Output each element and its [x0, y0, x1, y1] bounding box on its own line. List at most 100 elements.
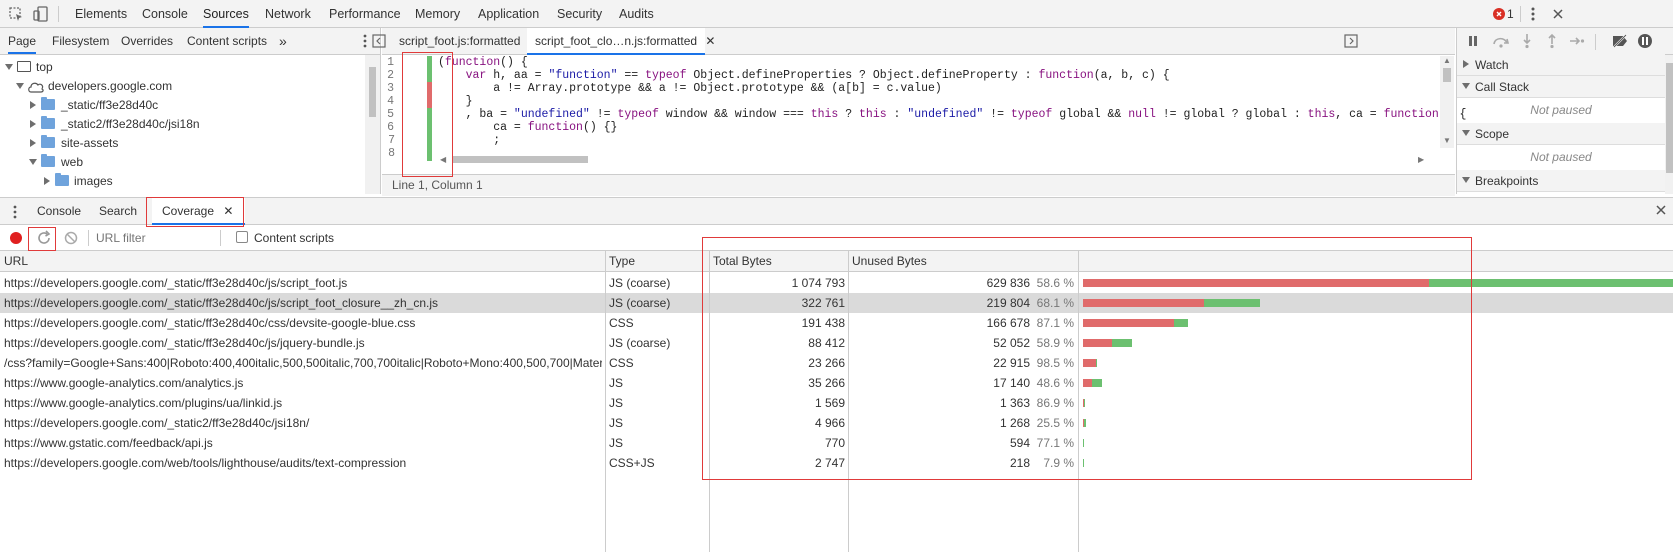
type-cell: JS: [609, 376, 624, 390]
section-title: Breakpoints: [1475, 174, 1539, 188]
error-icon[interactable]: [1493, 8, 1505, 20]
tab-memory[interactable]: Memory: [415, 0, 460, 28]
more-tabs-icon[interactable]: »: [279, 28, 287, 54]
step-icon[interactable]: [1569, 35, 1585, 50]
inspect-element-icon[interactable]: [8, 6, 24, 22]
call-stack-section[interactable]: Call Stack: [1457, 76, 1665, 98]
type-cell: CSS: [609, 356, 634, 370]
pause-on-exceptions-icon[interactable]: [1637, 33, 1653, 52]
scroll-up-icon[interactable]: ▲: [1443, 56, 1451, 65]
tree-label: _static2/ff3e28d40c/jsi18n: [61, 117, 200, 131]
tree-label: _static/ff3e28d40c: [61, 98, 159, 112]
drawer-menu-icon[interactable]: [12, 204, 18, 223]
nav-tab-content-scripts[interactable]: Content scripts: [187, 28, 267, 54]
url-cell: https://developers.google.com/_static/ff…: [4, 296, 439, 310]
close-drawer-icon[interactable]: [1655, 204, 1667, 219]
tree-item-folder[interactable]: images: [0, 171, 365, 191]
tab-audits[interactable]: Audits: [619, 0, 654, 28]
type-cell: JS: [609, 396, 624, 410]
tree-item-folder[interactable]: web: [0, 152, 365, 172]
step-into-icon[interactable]: [1521, 33, 1533, 52]
folder-icon: [41, 97, 55, 110]
tree-item-folder[interactable]: _static2/ff3e28d40c/jsi18n: [0, 114, 365, 134]
scrollbar-thumb[interactable]: [1443, 68, 1451, 82]
tab-network[interactable]: Network: [265, 0, 311, 28]
step-over-icon[interactable]: [1492, 34, 1510, 51]
tree-label: images: [74, 174, 113, 188]
record-icon[interactable]: [10, 232, 22, 244]
tree-item-top[interactable]: top: [0, 57, 365, 77]
url-filter-input[interactable]: [96, 228, 216, 248]
toggle-navigator-icon[interactable]: [372, 34, 386, 48]
tab-console[interactable]: Console: [142, 0, 188, 28]
tree-label: web: [61, 155, 84, 169]
tab-application[interactable]: Application: [478, 0, 539, 28]
editor-tabbar: script_foot.js:formatted script_foot_clo…: [372, 28, 1455, 55]
toggle-debugger-icon[interactable]: [1344, 34, 1358, 48]
scrollbar-thumb[interactable]: [453, 156, 588, 163]
pause-icon[interactable]: [1467, 34, 1479, 51]
url-cell: https://developers.google.com/_static/ff…: [4, 316, 416, 330]
debugger-scrollbar[interactable]: [1665, 55, 1673, 194]
expanded-arrow-icon: [1462, 83, 1470, 89]
call-stack-status: Not paused: [1530, 103, 1592, 117]
tab-performance[interactable]: Performance: [329, 0, 401, 28]
type-cell: JS (coarse): [609, 336, 671, 350]
editor-horizontal-scrollbar[interactable]: ◀ ▶: [438, 153, 1428, 165]
line-number: 7: [388, 134, 395, 147]
watch-section[interactable]: Watch: [1457, 54, 1665, 76]
nav-tab-overrides[interactable]: Overrides: [121, 28, 173, 54]
navigator-tabbar: Page Filesystem Overrides Content script…: [0, 28, 380, 55]
close-tab-icon[interactable]: ✕: [705, 34, 715, 48]
editor-vertical-scrollbar[interactable]: ▲ ▼: [1440, 56, 1454, 148]
type-cell: JS (coarse): [609, 276, 671, 290]
tab-security[interactable]: Security: [557, 0, 602, 28]
folder-icon: [41, 135, 55, 148]
column-header-type[interactable]: Type: [605, 251, 635, 272]
tab-sources[interactable]: Sources: [203, 0, 249, 28]
scrollbar-thumb[interactable]: [1666, 63, 1673, 173]
scroll-right-icon[interactable]: ▶: [1418, 155, 1424, 164]
tree-item-folder[interactable]: site-assets: [0, 133, 365, 153]
url-cell: https://developers.google.com/_static/ff…: [4, 276, 348, 290]
code-line: a != Array.prototype && a != Object.prot…: [438, 82, 942, 95]
device-toolbar-icon[interactable]: [33, 6, 49, 22]
drawer-tab-search[interactable]: Search: [99, 198, 137, 224]
toolbar-divider: [1520, 6, 1521, 22]
drawer-tab-console[interactable]: Console: [37, 198, 81, 224]
scope-section[interactable]: Scope: [1457, 123, 1665, 145]
tree-item-domain[interactable]: developers.google.com: [0, 76, 365, 96]
bytes-highlight-box: [702, 237, 1472, 480]
breakpoints-section[interactable]: Breakpoints: [1457, 170, 1665, 192]
deactivate-breakpoints-icon[interactable]: [1611, 34, 1629, 51]
nav-tab-filesystem[interactable]: Filesystem: [52, 28, 109, 54]
editor-tab-script-foot[interactable]: script_foot.js:formatted: [393, 28, 526, 54]
close-devtools-icon[interactable]: [1551, 7, 1565, 21]
nav-tab-page[interactable]: Page: [8, 28, 37, 54]
cursor-position: Line 1, Column 1: [392, 178, 483, 192]
debugger-sidebar: Watch Call Stack Not paused Scope Not pa…: [1456, 28, 1673, 194]
tab-elements[interactable]: Elements: [75, 0, 127, 28]
section-title: Call Stack: [1475, 80, 1530, 94]
collapsed-arrow-icon: [30, 120, 36, 128]
folder-icon: [41, 116, 55, 129]
navigator-menu-icon[interactable]: [362, 33, 368, 49]
more-menu-icon[interactable]: [1529, 6, 1537, 22]
type-cell: JS: [609, 416, 624, 430]
line-number: 5: [387, 108, 394, 121]
clear-icon[interactable]: [64, 231, 78, 248]
line-number: 2: [387, 69, 394, 82]
scroll-down-icon[interactable]: ▼: [1443, 136, 1451, 145]
url-cell: https://developers.google.com/_static2/f…: [4, 416, 310, 430]
step-out-icon[interactable]: [1546, 33, 1558, 52]
url-cell: https://developers.google.com/web/tools/…: [4, 456, 407, 470]
column-header-url[interactable]: URL: [0, 251, 28, 272]
code-line: ca = function() {}: [438, 121, 618, 134]
reload-highlight-box: [28, 227, 56, 251]
type-cell: CSS+JS: [609, 456, 655, 470]
url-cell: /css?family=Google+Sans:400|Roboto:400,4…: [4, 356, 602, 370]
error-count[interactable]: 1: [1507, 0, 1514, 28]
tree-item-folder[interactable]: _static/ff3e28d40c: [0, 95, 365, 115]
content-scripts-checkbox[interactable]: [236, 231, 248, 243]
editor-tab-script-foot-closure[interactable]: script_foot_clo…n.js:formatted ✕: [527, 28, 715, 55]
